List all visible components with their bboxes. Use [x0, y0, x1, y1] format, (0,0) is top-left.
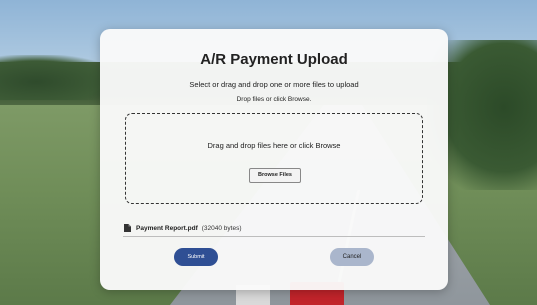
file-icon: [124, 224, 131, 232]
file-list-divider: [123, 236, 425, 237]
file-size: (32040 bytes): [201, 224, 242, 232]
file-dropzone[interactable]: Drag and drop files here or click Browse…: [125, 113, 423, 204]
cancel-button[interactable]: Cancel: [330, 248, 374, 266]
dropzone-text: Drag and drop files here or click Browse: [207, 141, 341, 150]
file-name: Payment Report.pdf: [136, 224, 198, 232]
dialog-title: A/R Payment Upload: [200, 51, 348, 68]
upload-instruction: Select or drag and drop one or more file…: [189, 80, 359, 89]
file-list-item: Payment Report.pdf (32040 bytes): [124, 222, 424, 234]
upload-sub-instruction: Drop files or click Browse.: [236, 96, 312, 103]
submit-button[interactable]: Submit: [174, 248, 218, 266]
upload-dialog: A/R Payment Upload Select or drag and dr…: [100, 29, 448, 290]
browse-files-button[interactable]: Browse Files: [249, 168, 301, 183]
